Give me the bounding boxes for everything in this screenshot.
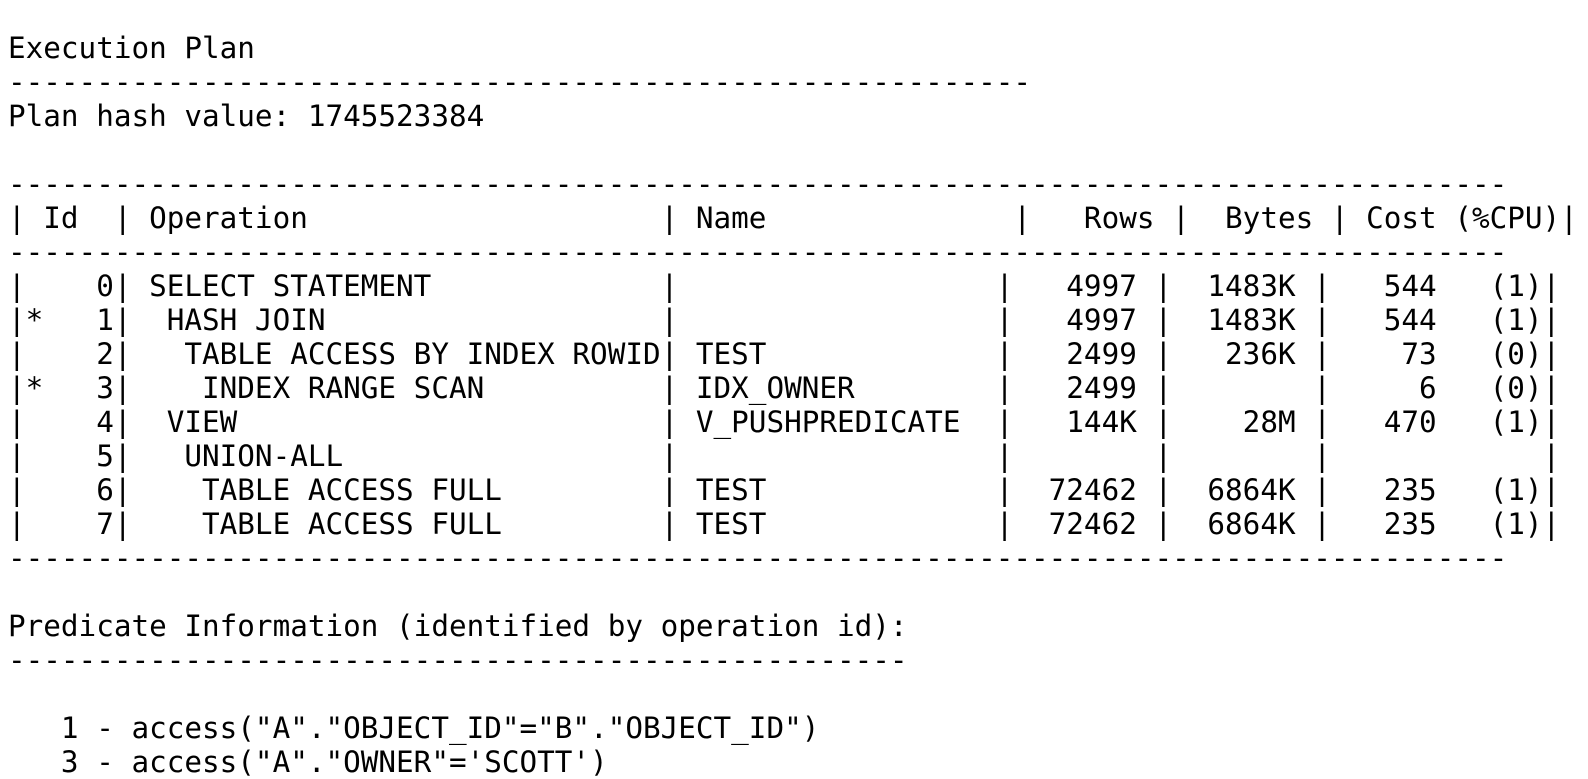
- spacer-1: [8, 133, 1578, 167]
- table-row: | 6| TABLE ACCESS FULL | TEST | 72462 | …: [8, 473, 1561, 508]
- predicate-line: 3 - access("A"."OWNER"='SCOTT'): [8, 745, 608, 779]
- predicate-underline: ----------------------------------------…: [8, 643, 908, 678]
- plan-title: Execution Plan: [8, 31, 255, 66]
- table-row: | 5| UNION-ALL | | | | |: [8, 439, 1561, 474]
- spacer-3: [8, 677, 1578, 711]
- predicate-line: 1 - access("A"."OBJECT_ID"="B"."OBJECT_I…: [8, 711, 820, 746]
- table-border-header: ----------------------------------------…: [8, 235, 1508, 270]
- execution-plan-output: Execution Plan --------------------------…: [8, 31, 1578, 779]
- plan-hash-value: Plan hash value: 1745523384: [8, 99, 485, 134]
- table-header-row: | Id | Operation | Name | Rows | Bytes |…: [8, 201, 1578, 236]
- table-row: |* 1| HASH JOIN | | 4997 | 1483K | 544 (…: [8, 303, 1561, 338]
- spacer-2: [8, 575, 1578, 609]
- table-row: | 4| VIEW | V_PUSHPREDICATE | 144K | 28M…: [8, 405, 1561, 440]
- table-row: | 0| SELECT STATEMENT | | 4997 | 1483K |…: [8, 269, 1561, 304]
- table-row: | 7| TABLE ACCESS FULL | TEST | 72462 | …: [8, 507, 1561, 542]
- table-border-bottom: ----------------------------------------…: [8, 541, 1508, 576]
- table-row: |* 3| INDEX RANGE SCAN | IDX_OWNER | 249…: [8, 371, 1561, 406]
- table-row: | 2| TABLE ACCESS BY INDEX ROWID| TEST |…: [8, 337, 1561, 372]
- predicate-header: Predicate Information (identified by ope…: [8, 609, 908, 644]
- plan-title-underline: ----------------------------------------…: [8, 65, 1032, 100]
- table-border-top: ----------------------------------------…: [8, 167, 1508, 202]
